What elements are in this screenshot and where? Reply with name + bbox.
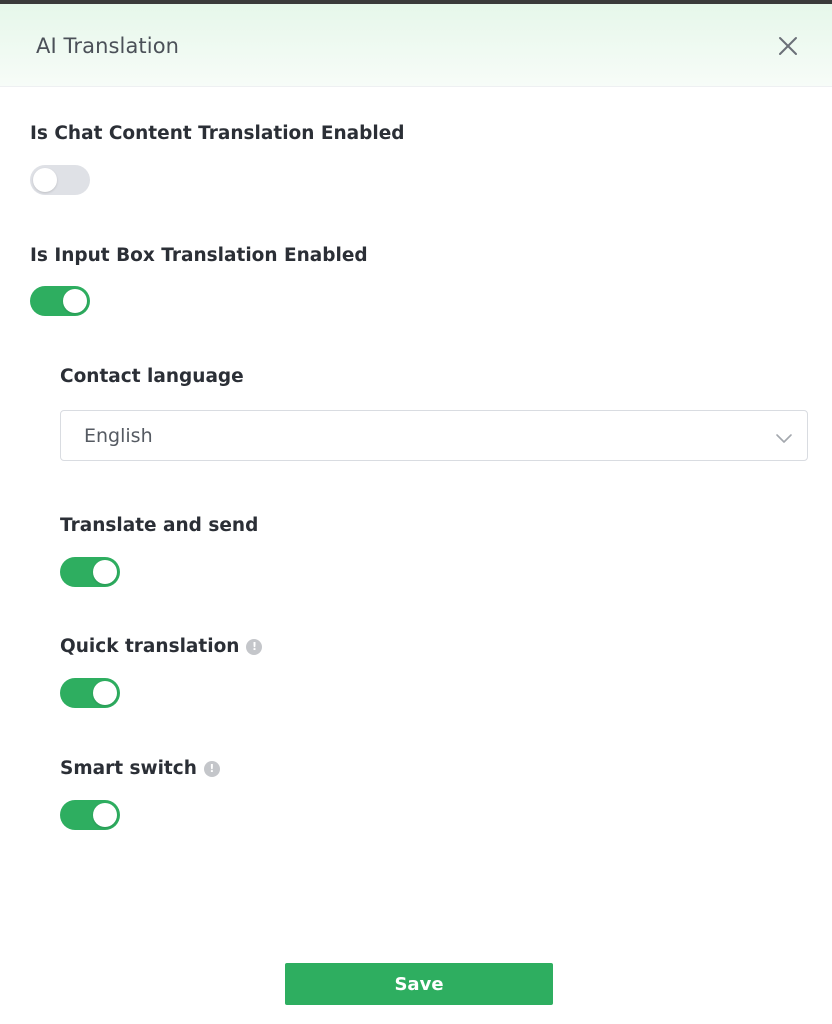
smart-switch-label: Smart switch [60,758,197,779]
chat-content-translation-label: Is Chat Content Translation Enabled [30,123,405,144]
input-box-translation-toggle[interactable] [30,286,90,316]
toggle-knob [93,681,117,705]
toggle-knob [93,803,117,827]
info-icon[interactable]: ! [246,639,263,655]
toggle-knob [93,560,117,584]
input-box-translation-label: Is Input Box Translation Enabled [30,245,368,266]
info-icon[interactable]: ! [203,761,220,777]
dialog-title: AI Translation [36,34,180,58]
contact-language-select[interactable]: English [60,410,808,461]
close-icon [779,37,797,55]
quick-translation-toggle[interactable] [60,678,120,708]
chevron-down-icon [776,434,792,443]
contact-language-value: English [84,425,153,447]
quick-translation-label: Quick translation [60,636,240,657]
toggle-knob [33,168,57,192]
chat-content-translation-toggle[interactable] [30,165,90,195]
quick-translation-label-row: Quick translation! [60,635,263,659]
translate-and-send-toggle[interactable] [60,557,120,587]
contact-language-label: Contact language [60,366,244,387]
smart-switch-toggle[interactable] [60,800,120,830]
save-button[interactable]: Save [285,963,553,1005]
close-button[interactable] [774,32,802,60]
dialog-header: AI Translation [0,4,832,87]
toggle-knob [63,289,87,313]
translate-and-send-label: Translate and send [60,515,259,536]
smart-switch-label-row: Smart switch! [60,757,220,781]
